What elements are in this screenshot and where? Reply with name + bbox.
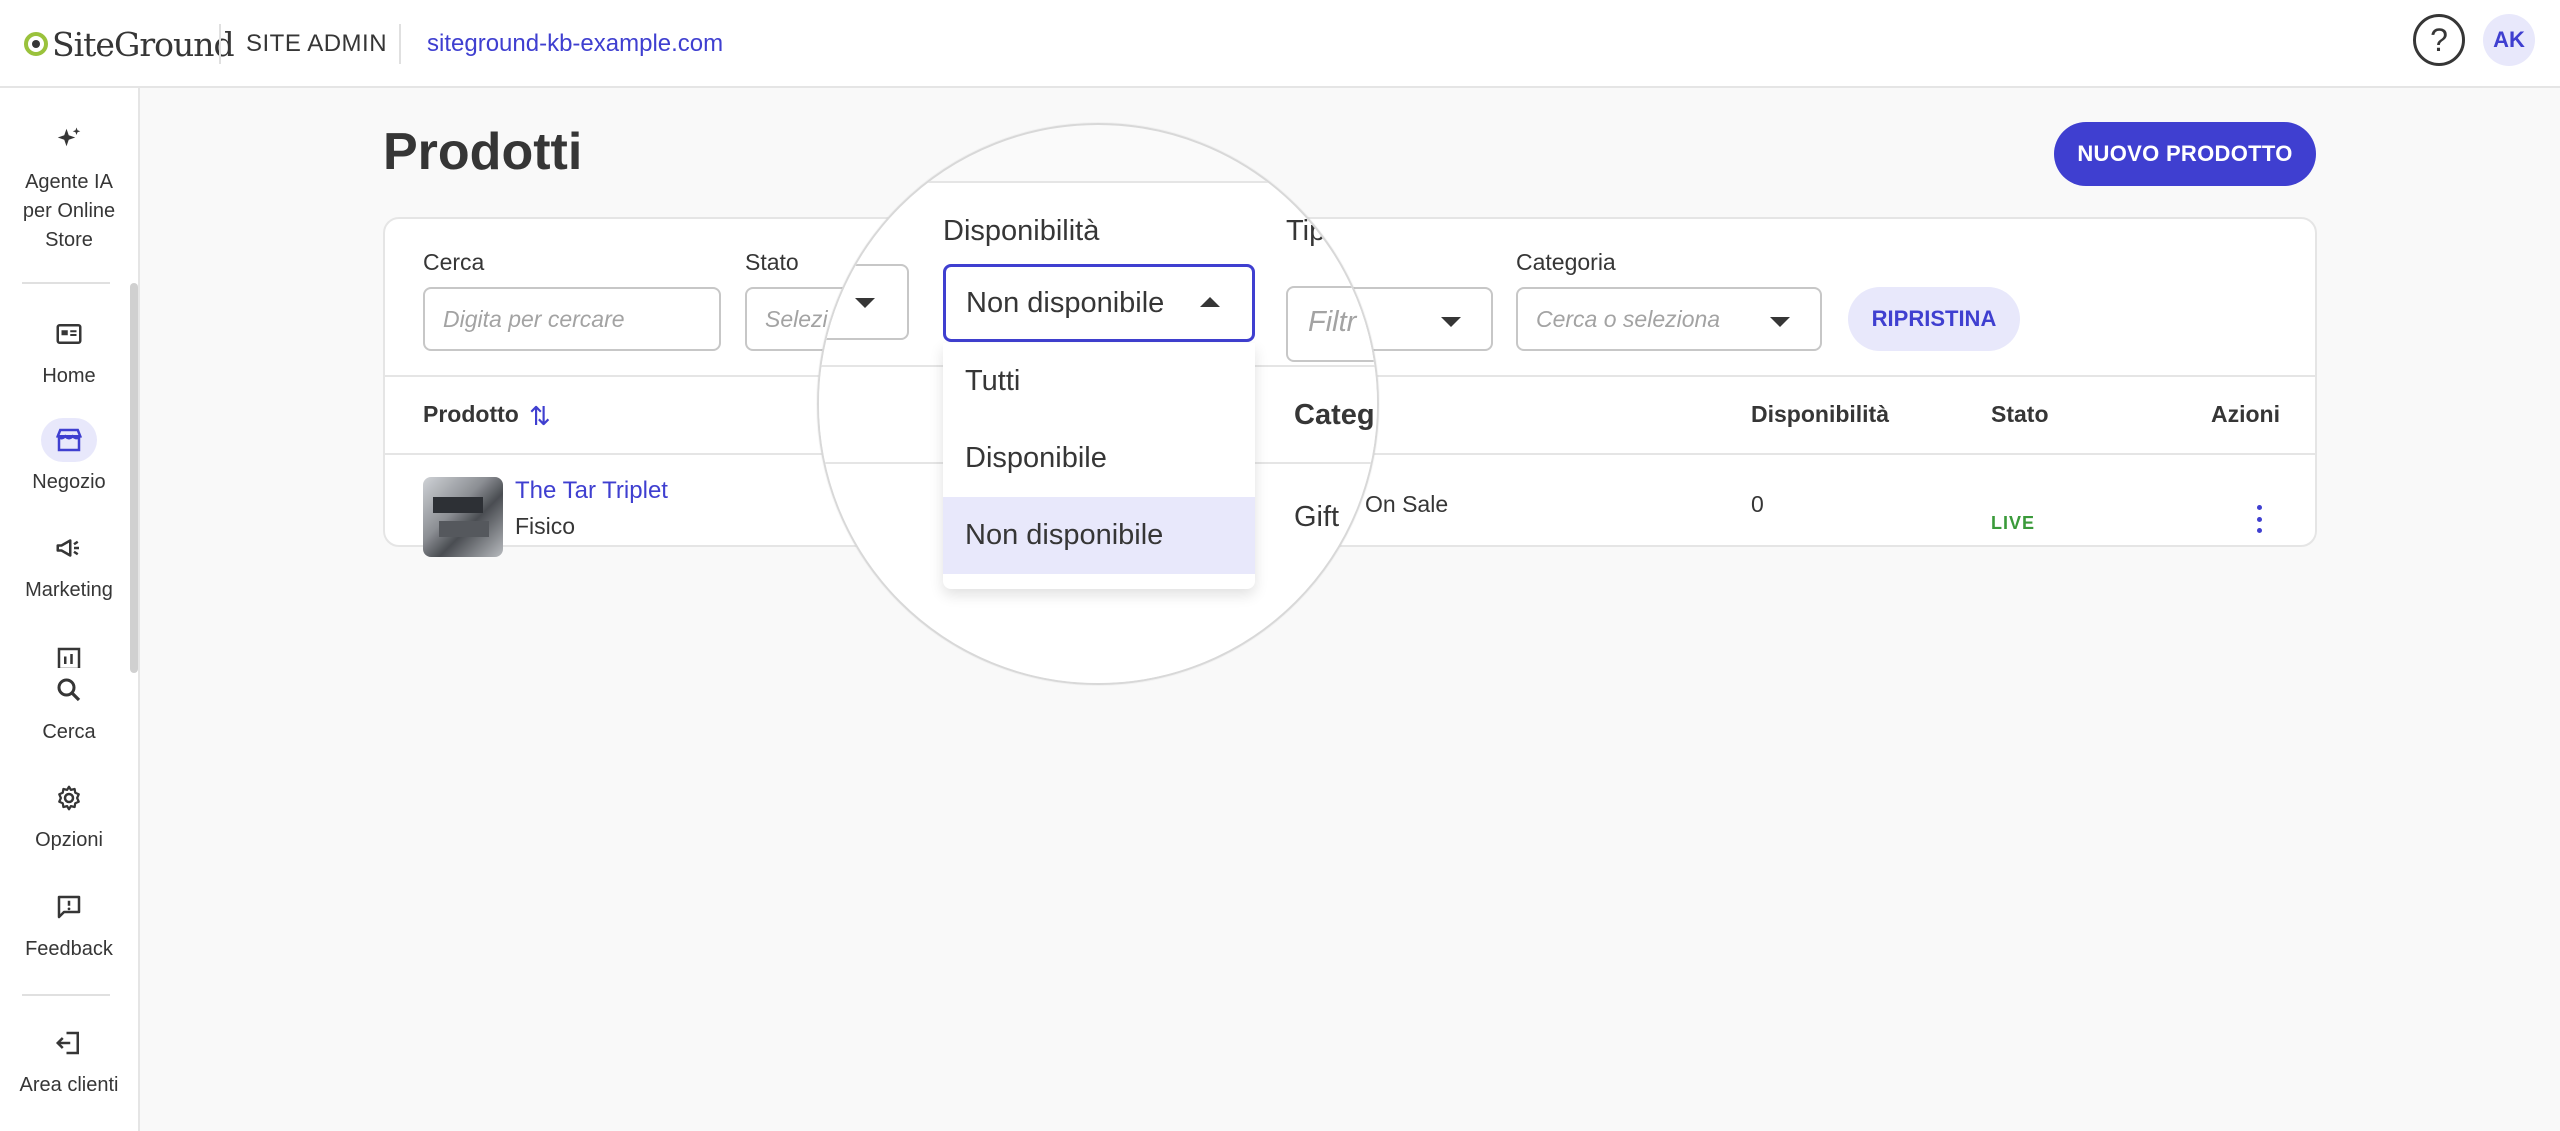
sidebar-item-client-area[interactable]: Area clienti (0, 1021, 138, 1100)
chevron-down-icon (855, 298, 875, 308)
product-name-link[interactable]: The Tar Triplet (515, 477, 668, 505)
search-input[interactable]: Digita per cercare (423, 287, 721, 351)
status-select-zoomed[interactable] (819, 264, 909, 340)
search-icon (41, 668, 97, 712)
logo-mark-icon (24, 32, 48, 56)
avatar[interactable]: AK (2483, 14, 2535, 66)
sidebar-item-ai-agent[interactable]: Agente IA per Online Store (0, 118, 138, 255)
product-category: On Sale (1365, 491, 1449, 517)
column-header-category: Categ (1294, 399, 1375, 431)
sidebar-item-options[interactable]: Opzioni (0, 776, 138, 855)
category-filter-label: Categoria (1516, 249, 1616, 275)
availability-option-available[interactable]: Disponibile (943, 420, 1255, 497)
divider (22, 994, 110, 996)
type-select-placeholder: Filtr (1308, 306, 1357, 338)
sidebar-item-label: Home (42, 365, 96, 387)
column-header-availability: Disponibilità (1751, 401, 1889, 427)
sidebar-item-label: Area clienti (19, 1074, 119, 1096)
sidebar-item-search[interactable]: Cerca (0, 668, 138, 747)
top-bar: SiteGround SITE ADMIN siteground-kb-exam… (0, 0, 2560, 88)
search-filter-label: Cerca (423, 249, 485, 275)
divider (219, 24, 221, 64)
sparkle-icon (41, 118, 97, 162)
siteground-logo[interactable]: SiteGround (24, 20, 235, 68)
feedback-icon (41, 885, 97, 929)
product-thumbnail[interactable] (423, 477, 503, 557)
help-icon: ? (2430, 21, 2448, 58)
type-select-zoomed[interactable]: Filtr (1286, 286, 1377, 362)
availability-option-all[interactable]: Tutti (943, 343, 1255, 420)
reset-button[interactable]: RIPRISTINA (1848, 287, 2020, 351)
sidebar-item-label: Opzioni (35, 829, 103, 851)
sidebar-item-label: Marketing (25, 579, 113, 601)
sort-icon[interactable]: ⇅ (529, 401, 551, 432)
chevron-down-icon (1441, 317, 1461, 327)
sidebar-item-label: Cerca (42, 721, 96, 743)
product-type: Fisico (515, 513, 576, 539)
category-select[interactable]: Cerca o seleziona (1516, 287, 1822, 351)
chevron-up-icon (1200, 297, 1220, 307)
magnifier-lens: Disponibilità Non disponibile Tip Filtr … (817, 123, 1379, 685)
availability-dropdown-menu: Tutti Disponibile Non disponibile (943, 343, 1255, 589)
sidebar-item-label: Agente IA per Online Store (22, 171, 116, 251)
sidebar-item-label: Negozio (32, 471, 106, 493)
row-actions-icon[interactable] (2255, 505, 2263, 533)
product-category-zoomed: Gift (1294, 501, 1340, 533)
page-title: Prodotti (383, 123, 583, 181)
site-admin-label: SITE ADMIN (246, 30, 388, 57)
sidebar-item-store[interactable]: Negozio (0, 418, 138, 497)
new-product-button[interactable]: NUOVO PRODOTTO (2054, 122, 2316, 186)
store-icon (41, 418, 97, 462)
sidebar-item-home[interactable]: Home (0, 312, 138, 391)
logo-text: SiteGround (52, 24, 235, 64)
help-button[interactable]: ? (2413, 14, 2465, 66)
sidebar-item-partial[interactable] (0, 644, 138, 668)
sidebar: Agente IA per Online Store Home Negozio … (0, 88, 140, 1131)
chevron-down-icon (1770, 317, 1790, 327)
megaphone-icon (41, 526, 97, 570)
chart-icon (41, 644, 97, 668)
sidebar-item-label: Feedback (25, 938, 113, 960)
status-filter-label: Stato (745, 249, 799, 275)
product-availability: 0 (1751, 491, 1764, 517)
divider (22, 282, 110, 284)
availability-filter-label: Disponibilità (943, 215, 1100, 247)
availability-select[interactable]: Non disponibile (943, 264, 1255, 342)
site-url-link[interactable]: siteground-kb-example.com (427, 30, 723, 58)
status-badge: LIVE (1991, 513, 2036, 533)
type-filter-label-zoomed: Tip (1286, 215, 1326, 247)
exit-icon (41, 1021, 97, 1065)
gear-icon (41, 776, 97, 820)
availability-option-unavailable[interactable]: Non disponibile (943, 497, 1255, 574)
availability-select-value: Non disponibile (966, 287, 1165, 319)
column-header-actions: Azioni (2211, 401, 2280, 427)
column-header-status: Stato (1991, 401, 2049, 427)
column-header-product[interactable]: Prodotto (423, 401, 519, 428)
divider (399, 24, 401, 64)
category-select-placeholder: Cerca o seleziona (1536, 305, 1721, 332)
sidebar-item-marketing[interactable]: Marketing (0, 526, 138, 605)
sidebar-item-feedback[interactable]: Feedback (0, 885, 138, 964)
home-icon (41, 312, 97, 356)
